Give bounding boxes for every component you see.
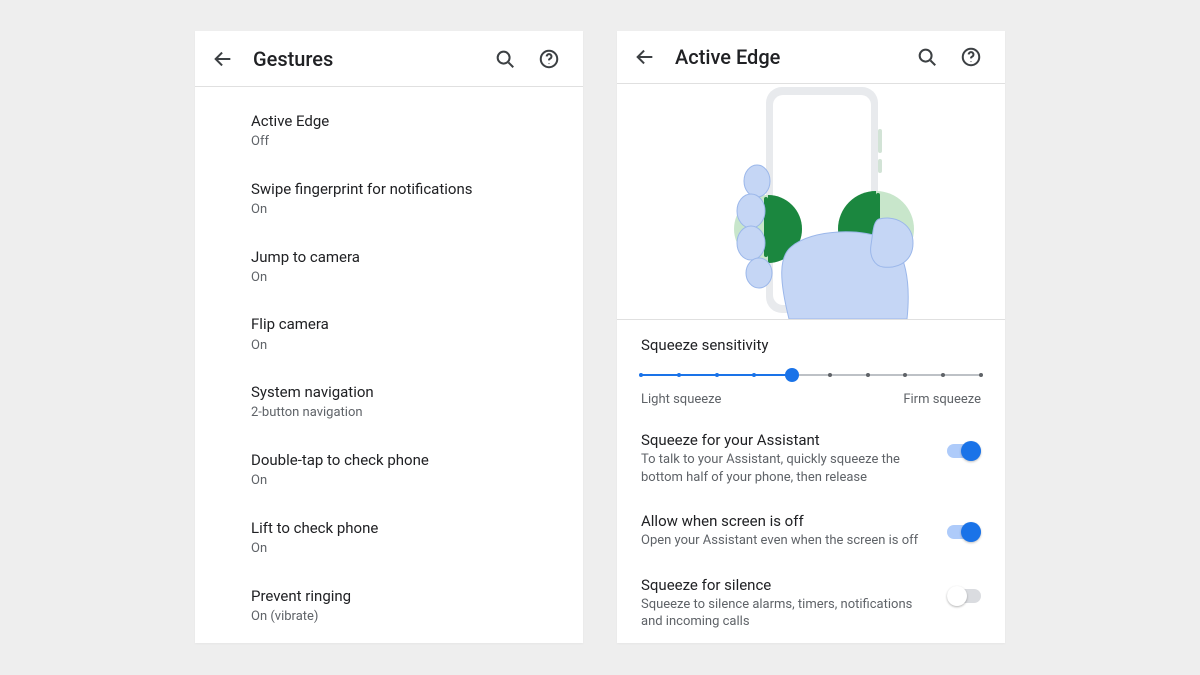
help-button[interactable] — [949, 35, 993, 79]
settings-item-status: On — [251, 540, 559, 558]
illustration-hand-phone — [617, 84, 1005, 320]
settings-item-label: Double-tap to check phone — [251, 450, 559, 470]
help-circle-icon — [960, 46, 982, 68]
settings-item-label: Prevent ringing — [251, 586, 559, 606]
settings-item-status: On — [251, 337, 559, 355]
search-button[interactable] — [905, 35, 949, 79]
toggle-row: Squeeze for your Assistant To talk to you… — [641, 417, 981, 498]
slider-max-label: Firm squeeze — [903, 392, 981, 407]
settings-item-label: Flip camera — [251, 314, 559, 334]
settings-item[interactable]: Flip camera On — [195, 300, 583, 368]
toggle-description: Squeeze to silence alarms, timers, notif… — [641, 596, 935, 631]
settings-item-label: System navigation — [251, 382, 559, 402]
settings-item[interactable]: Jump to camera On — [195, 233, 583, 301]
toggle-switch[interactable] — [947, 522, 981, 542]
toggle-switch[interactable] — [947, 586, 981, 606]
settings-item[interactable]: Lift to check phone On — [195, 504, 583, 572]
toggle-label: Squeeze for silence — [641, 576, 935, 594]
settings-item-status: On — [251, 269, 559, 287]
page-title: Active Edge — [675, 45, 905, 69]
slider-tick — [677, 373, 681, 377]
toggle-label: Allow when screen is off — [641, 512, 935, 530]
toggle-row: Allow when screen is off Open your Assist… — [641, 498, 981, 562]
settings-item[interactable]: Active Edge Off — [195, 97, 583, 165]
toggle-description: To talk to your Assistant, quickly squee… — [641, 451, 935, 486]
appbar: Gestures — [195, 31, 583, 87]
slider-tick — [715, 373, 719, 377]
settings-list: Active Edge Off Swipe fingerprint for noti… — [195, 87, 583, 639]
settings-item[interactable]: Double-tap to check phone On — [195, 436, 583, 504]
settings-item-label: Jump to camera — [251, 247, 559, 267]
slider-tick — [979, 373, 983, 377]
settings-item-label: Swipe fingerprint for notifications — [251, 179, 559, 199]
slider-header: Squeeze sensitivity — [641, 336, 981, 354]
slider-tick — [941, 373, 945, 377]
gestures-panel: Gestures Active Edge Off Swipe fingerprint… — [195, 31, 583, 643]
slider-tick — [828, 373, 832, 377]
toggle-switch[interactable] — [947, 441, 981, 461]
settings-item-status: On — [251, 201, 559, 219]
settings-item-status: 2-button navigation — [251, 404, 559, 422]
active-edge-panel: Active Edge — [617, 31, 1005, 643]
back-button[interactable] — [201, 37, 245, 81]
slider-min-label: Light squeeze — [641, 392, 721, 407]
search-button[interactable] — [483, 37, 527, 81]
back-button[interactable] — [623, 35, 667, 79]
search-icon — [494, 48, 516, 70]
settings-item[interactable]: System navigation 2-button navigation — [195, 368, 583, 436]
settings-item-status: Off — [251, 133, 559, 151]
active-edge-content: Squeeze sensitivity Light squeeze Firm s… — [617, 320, 1005, 643]
search-icon — [916, 46, 938, 68]
slider-thumb[interactable] — [785, 368, 799, 382]
arrow-left-icon — [212, 48, 234, 70]
settings-item[interactable]: Prevent ringing On (vibrate) — [195, 572, 583, 640]
toggle-description: Open your Assistant even when the screen… — [641, 532, 935, 550]
settings-item[interactable]: Swipe fingerprint for notifications On — [195, 165, 583, 233]
squeeze-sensitivity-slider[interactable] — [641, 364, 981, 386]
toggle-row: Squeeze for silence Squeeze to silence al… — [641, 562, 981, 643]
appbar: Active Edge — [617, 31, 1005, 84]
settings-item-label: Lift to check phone — [251, 518, 559, 538]
toggle-label: Squeeze for your Assistant — [641, 431, 935, 449]
slider-tick — [752, 373, 756, 377]
arrow-left-icon — [634, 46, 656, 68]
page-title: Gestures — [253, 47, 483, 71]
slider-tick — [903, 373, 907, 377]
settings-item-status: On (vibrate) — [251, 608, 559, 626]
help-circle-icon — [538, 48, 560, 70]
settings-item-status: On — [251, 472, 559, 490]
help-button[interactable] — [527, 37, 571, 81]
slider-tick — [639, 373, 643, 377]
settings-item-label: Active Edge — [251, 111, 559, 131]
slider-labels: Light squeeze Firm squeeze — [641, 392, 981, 407]
slider-tick — [866, 373, 870, 377]
